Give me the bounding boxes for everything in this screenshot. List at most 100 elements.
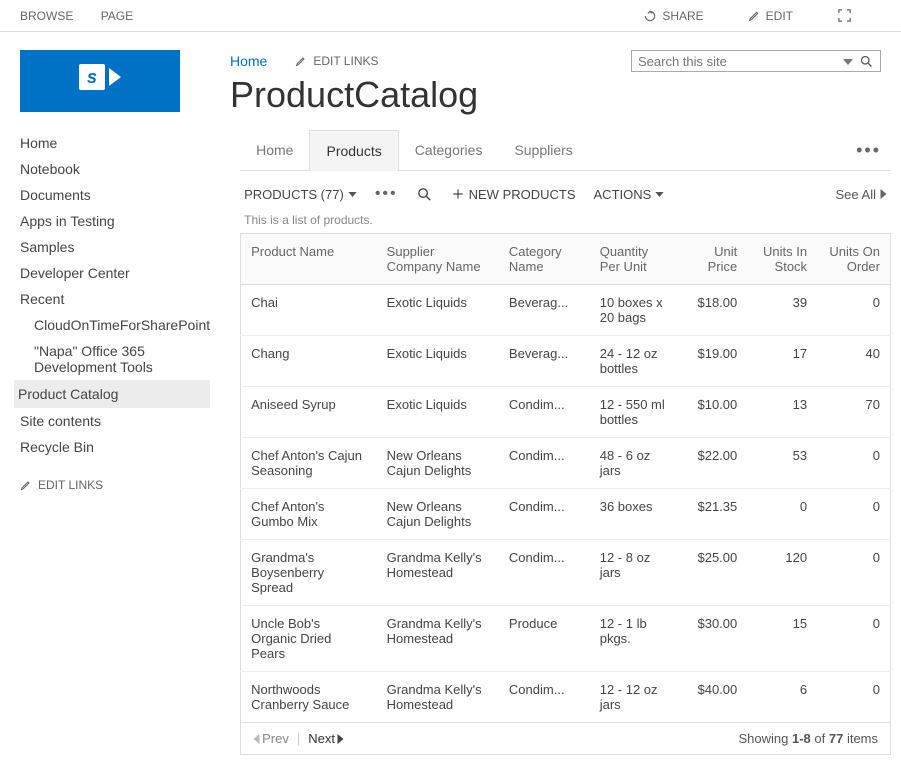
cell: $40.00	[681, 672, 747, 723]
cell: 36 boxes	[590, 489, 682, 540]
cell: 0	[817, 540, 890, 606]
toolbar-search-button[interactable]	[416, 186, 433, 203]
site-logo[interactable]: s	[20, 50, 180, 112]
table-row[interactable]: Northwoods Cranberry SauceGrandma Kelly'…	[241, 672, 891, 723]
tabs-more-button[interactable]: •••	[856, 140, 891, 161]
cell: 39	[747, 285, 817, 336]
pager-nav: Prev | Next	[253, 731, 344, 746]
caret-down-icon	[348, 192, 357, 197]
cell: 40	[817, 336, 890, 387]
cell: 0	[747, 489, 817, 540]
cell: 53	[747, 438, 817, 489]
cell: 0	[817, 489, 890, 540]
sidenav-item[interactable]: Product Catalog	[14, 380, 210, 408]
cell: New Orleans Cajun Delights	[377, 438, 499, 489]
tab[interactable]: Products	[309, 130, 398, 171]
list-title-dropdown[interactable]: PRODUCTS (77)	[244, 187, 357, 202]
column-header[interactable]: Units On Order	[817, 234, 890, 285]
cell: 6	[747, 672, 817, 723]
cell: 70	[817, 387, 890, 438]
tab[interactable]: Categories	[399, 130, 499, 170]
table-row[interactable]: Aniseed SyrupExotic LiquidsCondim...12 -…	[241, 387, 891, 438]
sidenav-item[interactable]: Site contents	[20, 408, 210, 434]
search-scope-dropdown[interactable]	[843, 54, 853, 69]
logo-letter: s	[79, 64, 105, 90]
header: s Home EDIT LINKS	[0, 32, 901, 130]
sidenav-edit-links[interactable]: EDIT LINKS	[20, 478, 210, 492]
topnav-home[interactable]: Home	[230, 53, 267, 69]
cell: $10.00	[681, 387, 747, 438]
cell: Chang	[241, 336, 377, 387]
ribbon-browse[interactable]: BROWSE	[20, 9, 73, 23]
share-button[interactable]: SHARE	[643, 9, 727, 23]
table-body: ChaiExotic LiquidsBeverag...10 boxes x 2…	[241, 285, 891, 723]
main-content: HomeProductsCategoriesSuppliers ••• PROD…	[210, 130, 901, 775]
sidenav-item[interactable]: "Napa" Office 365 Development Tools	[20, 338, 210, 380]
column-header[interactable]: Units In Stock	[747, 234, 817, 285]
topnav-edit-links[interactable]: EDIT LINKS	[295, 54, 378, 68]
cell: $18.00	[681, 285, 747, 336]
table-row[interactable]: ChaiExotic LiquidsBeverag...10 boxes x 2…	[241, 285, 891, 336]
header-top: Home EDIT LINKS	[230, 50, 881, 72]
ribbon-page[interactable]: PAGE	[101, 9, 133, 23]
column-header[interactable]: Supplier Company Name	[377, 234, 499, 285]
sidenav-item[interactable]: Notebook	[20, 156, 210, 182]
table-row[interactable]: Chef Anton's Gumbo MixNew Orleans Cajun …	[241, 489, 891, 540]
ribbon-right: SHARE EDIT	[623, 8, 881, 23]
column-header[interactable]: Product Name	[241, 234, 377, 285]
table-row[interactable]: Chef Anton's Cajun SeasoningNew Orleans …	[241, 438, 891, 489]
new-products-button[interactable]: NEW PRODUCTS	[451, 187, 576, 202]
sidenav-item[interactable]: Apps in Testing	[20, 208, 210, 234]
table-header-row: Product NameSupplier Company NameCategor…	[241, 234, 891, 285]
cell: 12 - 1 lb pkgs.	[590, 606, 682, 672]
cell: 0	[817, 606, 890, 672]
column-header[interactable]: Category Name	[499, 234, 590, 285]
cell: 24 - 12 oz bottles	[590, 336, 682, 387]
sidenav-item[interactable]: Recycle Bin	[20, 434, 210, 460]
search-icon	[416, 186, 433, 203]
tab[interactable]: Suppliers	[498, 130, 588, 170]
cell: 48 - 6 oz jars	[590, 438, 682, 489]
cell: $30.00	[681, 606, 747, 672]
cell: 13	[747, 387, 817, 438]
products-table: Product NameSupplier Company NameCategor…	[240, 233, 891, 723]
pager: Prev | Next Showing 1-8 of 77 items	[240, 723, 891, 755]
sidenav-item[interactable]: Developer Center	[20, 260, 210, 286]
table-row[interactable]: Uncle Bob's Organic Dried PearsGrandma K…	[241, 606, 891, 672]
share-icon	[643, 9, 657, 23]
page-title: ProductCatalog	[230, 74, 881, 116]
cell: Exotic Liquids	[377, 285, 499, 336]
table-row[interactable]: Grandma's Boysenberry SpreadGrandma Kell…	[241, 540, 891, 606]
sidenav-item[interactable]: Samples	[20, 234, 210, 260]
sidenav-item[interactable]: CloudOnTimeForSharePoint	[20, 312, 210, 338]
pager-prev[interactable]: Prev	[253, 731, 289, 746]
search-input[interactable]	[638, 54, 837, 69]
sidenav-item[interactable]: Documents	[20, 182, 210, 208]
search-button[interactable]	[859, 53, 874, 69]
pager-summary: Showing 1-8 of 77 items	[739, 731, 879, 746]
cell: 10 boxes x 20 bags	[590, 285, 682, 336]
cell: Grandma's Boysenberry Spread	[241, 540, 377, 606]
tab[interactable]: Home	[240, 130, 309, 170]
column-header[interactable]: Unit Price	[681, 234, 747, 285]
focus-button[interactable]	[837, 8, 857, 23]
edit-button[interactable]: EDIT	[748, 9, 817, 23]
sidenav-item[interactable]: Recent	[20, 286, 210, 312]
pager-next[interactable]: Next	[308, 731, 344, 746]
cell: 12 - 12 oz jars	[590, 672, 682, 723]
cell: Produce	[499, 606, 590, 672]
search-box[interactable]	[631, 50, 881, 72]
header-main: Home EDIT LINKS ProductCatalog	[200, 32, 901, 116]
sidenav-item[interactable]: Home	[20, 130, 210, 156]
tabs-row: HomeProductsCategoriesSuppliers •••	[240, 130, 891, 171]
search-icon	[859, 54, 874, 69]
column-header[interactable]: Quantity Per Unit	[590, 234, 682, 285]
see-all-link[interactable]: See All	[836, 187, 887, 202]
cell: Condim...	[499, 438, 590, 489]
cell: Beverag...	[499, 336, 590, 387]
toolbar-more-button[interactable]: •••	[375, 185, 398, 203]
table-row[interactable]: ChangExotic LiquidsBeverag...24 - 12 oz …	[241, 336, 891, 387]
actions-dropdown[interactable]: ACTIONS	[594, 187, 665, 202]
sidenav: HomeNotebookDocumentsApps in TestingSamp…	[0, 130, 210, 775]
header-top-left: Home EDIT LINKS	[230, 53, 379, 69]
